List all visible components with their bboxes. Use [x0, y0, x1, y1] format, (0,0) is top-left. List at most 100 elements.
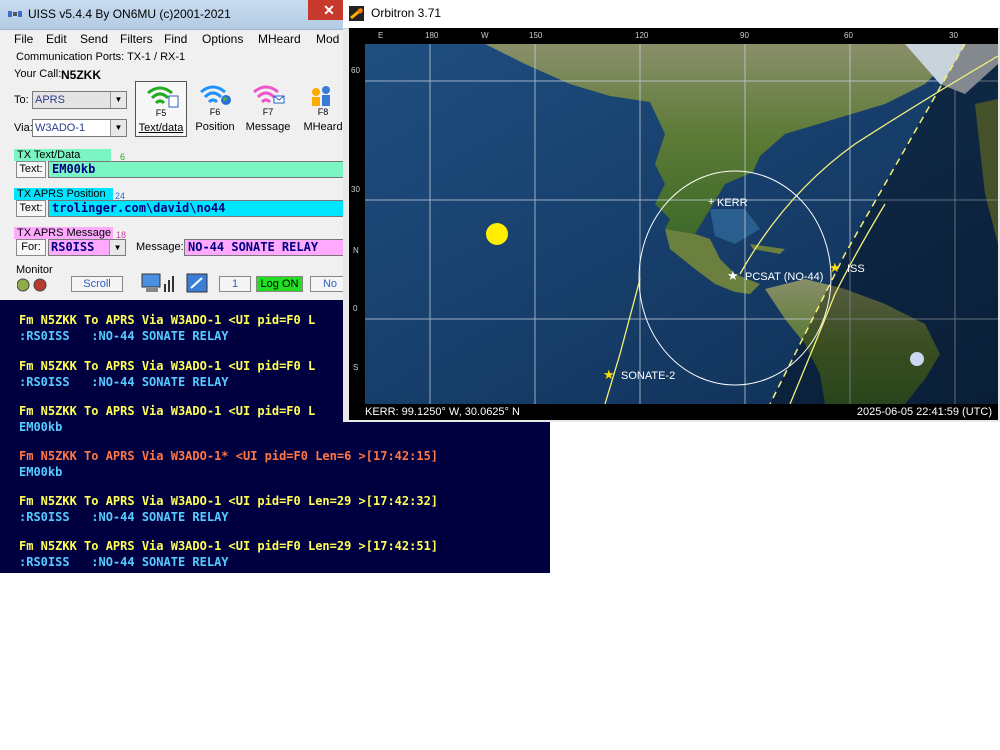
menu-edit[interactable]: Edit	[46, 32, 67, 46]
to-combobox[interactable]: APRS ▼	[32, 91, 127, 109]
lat-label: N	[353, 246, 359, 255]
wifi-text-icon	[147, 86, 179, 108]
window-icon[interactable]	[186, 273, 208, 293]
via-combobox[interactable]: W3ADO-1 ▼	[32, 119, 127, 137]
console-header-line: Fm N5ZKK To APRS Via W3ADO-1 <UI pid=F0 …	[19, 359, 316, 373]
sun-icon	[486, 223, 508, 245]
console-body-line: :RS0ISS :NO-44 SONATE RELAY	[19, 329, 229, 343]
monitor-label: Monitor	[16, 264, 53, 276]
sonate-star-icon[interactable]: ★	[603, 368, 615, 383]
lon-label: 120	[635, 31, 649, 40]
orbitron-window: Orbitron 3.71 E 180 W 150 120 90 60 30 6…	[343, 0, 1000, 422]
scroll-button[interactable]: Scroll	[71, 276, 123, 292]
iss-label: ISS	[847, 263, 865, 275]
your-call-label: Your Call:	[14, 68, 62, 80]
text-data-button[interactable]: F5 Text/data	[135, 81, 187, 137]
menu-mheard[interactable]: MHeard	[258, 32, 301, 46]
pcsat-label: PCSAT (NO-44)	[745, 271, 823, 283]
f6-key-label: F6	[209, 107, 221, 117]
chevron-down-icon[interactable]: ▼	[109, 240, 125, 255]
chevron-down-icon[interactable]: ▼	[110, 120, 126, 136]
to-value: APRS	[35, 94, 65, 106]
comm-ports-label: Communication Ports: TX-1 / RX-1	[16, 51, 186, 63]
wifi-globe-icon	[200, 85, 231, 105]
lat-label: 60	[351, 66, 360, 75]
mheard-button[interactable]: F8 MHeard	[297, 81, 349, 137]
tx-message-input[interactable]: NO-44 SONATE RELAY	[184, 239, 350, 256]
message-button[interactable]: F7 Message	[242, 81, 294, 137]
tx-position-label: Text:	[16, 200, 46, 217]
sonate-label: SONATE-2	[621, 370, 675, 382]
console-header-line: Fm N5ZKK To APRS Via W3ADO-1 <UI pid=F0 …	[19, 494, 439, 508]
lon-label: 90	[740, 31, 749, 40]
chevron-down-icon[interactable]: ▼	[110, 92, 126, 108]
tx-message-header: TX APRS Message	[14, 227, 113, 239]
utc-time: 2025-06-05 22:41:59 (UTC)	[856, 406, 992, 418]
iss-star-icon[interactable]: ★	[829, 261, 841, 276]
console-header-line: Fm N5ZKK To APRS Via W3ADO-1 <UI pid=F0 …	[19, 539, 439, 553]
menu-mod[interactable]: Mod	[316, 32, 339, 46]
f5-key-label: F5	[155, 108, 167, 118]
computer-icon[interactable]	[140, 272, 176, 294]
lon-label: 150	[529, 31, 543, 40]
lat-label: 30	[351, 185, 360, 194]
pcsat-star-icon[interactable]: ★	[727, 269, 739, 284]
menu-file[interactable]: File	[14, 32, 33, 46]
menu-filters[interactable]: Filters	[120, 32, 153, 46]
console-body-line: :RS0ISS :NO-44 SONATE RELAY	[19, 375, 229, 389]
console-body-line: :RS0ISS :NO-44 SONATE RELAY	[19, 555, 229, 569]
menu-find[interactable]: Find	[164, 32, 187, 46]
station-coordinates: KERR: 99.1250° W, 30.0625° N	[365, 406, 520, 418]
lon-label: W	[481, 31, 489, 40]
uiss-menu-bar: File Edit Send Filters Find Options MHea…	[0, 30, 350, 48]
orbitron-title-bar[interactable]: Orbitron 3.71	[343, 0, 1000, 29]
moon-icon	[910, 352, 924, 366]
console-header-line: Fm N5ZKK To APRS Via W3ADO-1 <UI pid=F0 …	[19, 313, 316, 327]
lat-label: 0	[353, 304, 358, 313]
uiss-title-bar[interactable]: UISS v5.4.4 By ON6MU (c)2001-2021 ✕	[0, 0, 350, 30]
orbitron-app-icon	[349, 6, 364, 21]
lon-label: 180	[425, 31, 439, 40]
message-label: Message	[245, 121, 291, 133]
people-icon	[312, 86, 330, 106]
console-body-line: EM00kb	[19, 465, 63, 479]
wifi-mail-icon	[253, 85, 285, 104]
uiss-window-title: UISS v5.4.4 By ON6MU (c)2001-2021	[28, 7, 231, 21]
tx-text-label: Text:	[16, 161, 46, 178]
menu-options[interactable]: Options	[202, 32, 243, 46]
lat-label: S	[353, 363, 359, 372]
menu-send[interactable]: Send	[80, 32, 108, 46]
tx-message-label: Message:	[136, 241, 184, 253]
satellite-app-icon	[8, 11, 22, 17]
console-body-line: :RS0ISS :NO-44 SONATE RELAY	[19, 510, 229, 524]
mheard-label: MHeard	[303, 121, 343, 133]
via-value: W3ADO-1	[35, 122, 86, 134]
station-marker: +	[708, 196, 714, 208]
your-call-value: N5ZKK	[61, 68, 102, 82]
map-frame: E 180 W 150 120 90 60 30 60 30 N 0 S + K…	[349, 28, 998, 420]
counter-field[interactable]: 1	[219, 276, 251, 292]
ground-station-label: KERR	[717, 197, 748, 209]
tx-text-input[interactable]: EM00kb	[48, 161, 350, 178]
tx-message-for-label: For:	[16, 239, 46, 256]
lon-label: E	[378, 31, 384, 40]
orbitron-window-title: Orbitron 3.71	[371, 6, 442, 20]
console-body-line: EM00kb	[19, 420, 63, 434]
tx-text-header: TX Text/Data	[14, 149, 111, 161]
tx-message-for-value: RS0ISS	[51, 240, 95, 254]
console-header-line-highlight: Fm N5ZKK To APRS Via W3ADO-1* <UI pid=F0…	[19, 449, 439, 463]
status-lights-icon	[17, 278, 47, 292]
position-button[interactable]: F6 Position	[189, 81, 241, 137]
world-map[interactable]: + KERR ★ PCSAT (NO-44) ★ ISS ★ SONATE-2	[365, 44, 998, 404]
console-header-line: Fm N5ZKK To APRS Via W3ADO-1 <UI pid=F0 …	[19, 404, 316, 418]
log-on-button[interactable]: Log ON	[256, 276, 303, 292]
tx-position-input[interactable]: trolinger.com\david\no44	[48, 200, 350, 217]
uiss-window: UISS v5.4.4 By ON6MU (c)2001-2021 ✕ File…	[0, 0, 350, 300]
tx-message-for-combobox[interactable]: RS0ISS ▼	[48, 239, 126, 256]
text-data-label: Text/data	[138, 122, 184, 134]
lon-label: 60	[844, 31, 853, 40]
position-label: Position	[195, 121, 235, 133]
to-label: To:	[14, 94, 29, 106]
lon-label: 30	[949, 31, 958, 40]
tx-position-header: TX APRS Position	[14, 188, 113, 200]
